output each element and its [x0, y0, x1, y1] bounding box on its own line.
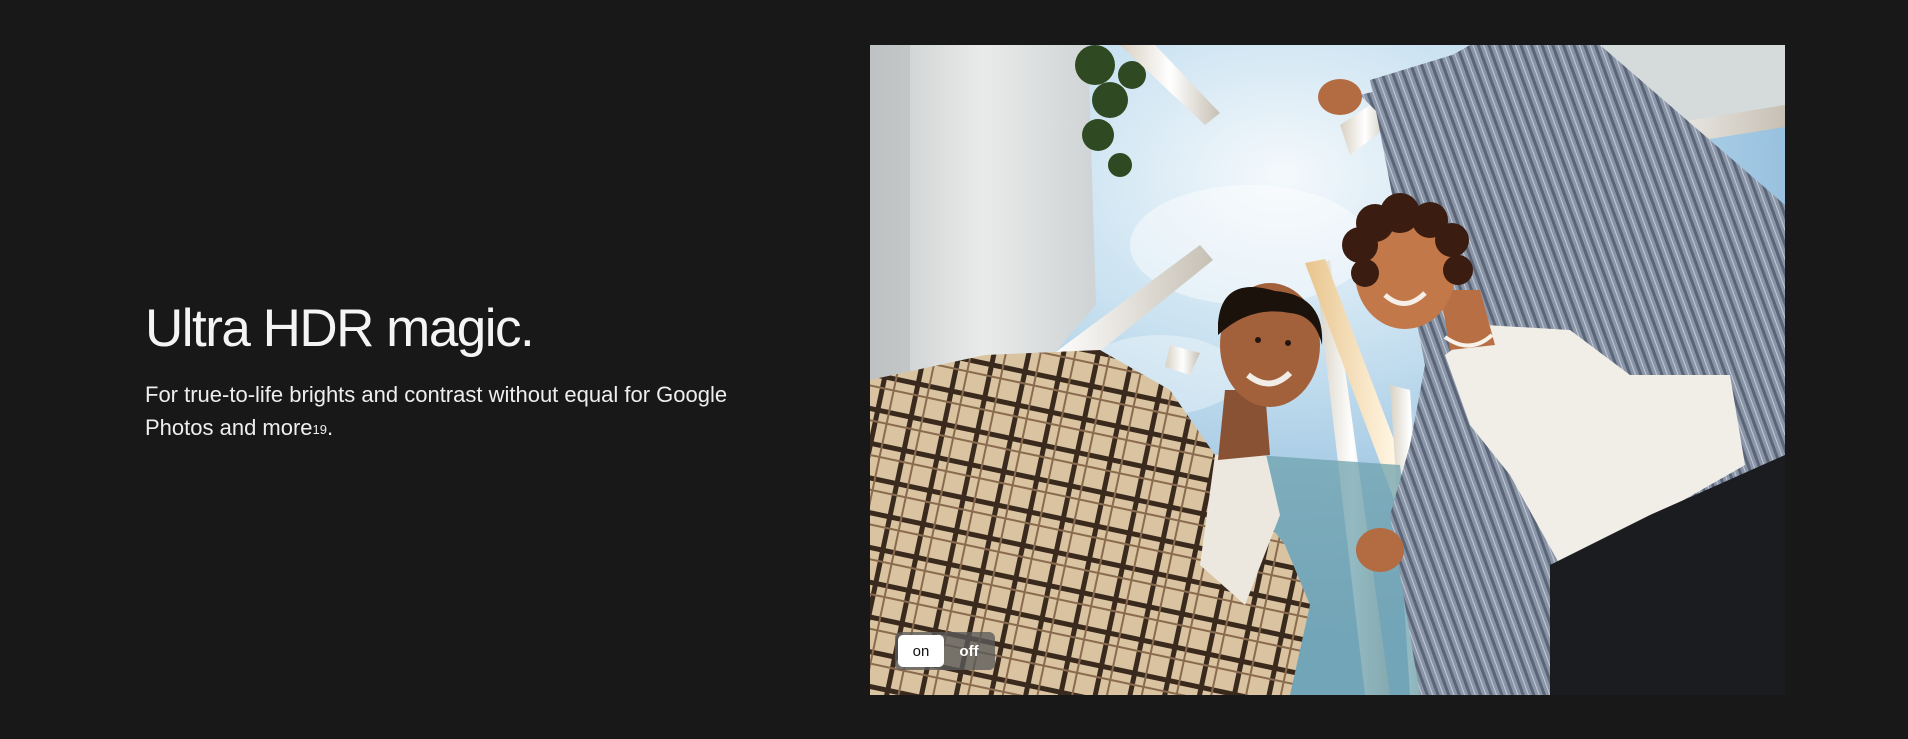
footnote-link[interactable]: 19 [313, 422, 327, 437]
hdr-sample-photo [870, 45, 1785, 695]
hdr-off-button[interactable]: off [946, 635, 992, 667]
hdr-feature-section: Ultra HDR magic. For true-to-life bright… [0, 0, 1908, 739]
feature-description-end: . [327, 415, 334, 440]
feature-description: For true-to-life brights and contrast wi… [145, 378, 735, 444]
feature-text-block: Ultra HDR magic. For true-to-life bright… [145, 298, 765, 444]
photo-illustration [870, 45, 1785, 695]
hdr-on-button[interactable]: on [898, 635, 944, 667]
feature-headline: Ultra HDR magic. [145, 299, 535, 358]
feature-description-text: For true-to-life brights and contrast wi… [145, 382, 728, 440]
hdr-toggle: on off [895, 632, 995, 670]
